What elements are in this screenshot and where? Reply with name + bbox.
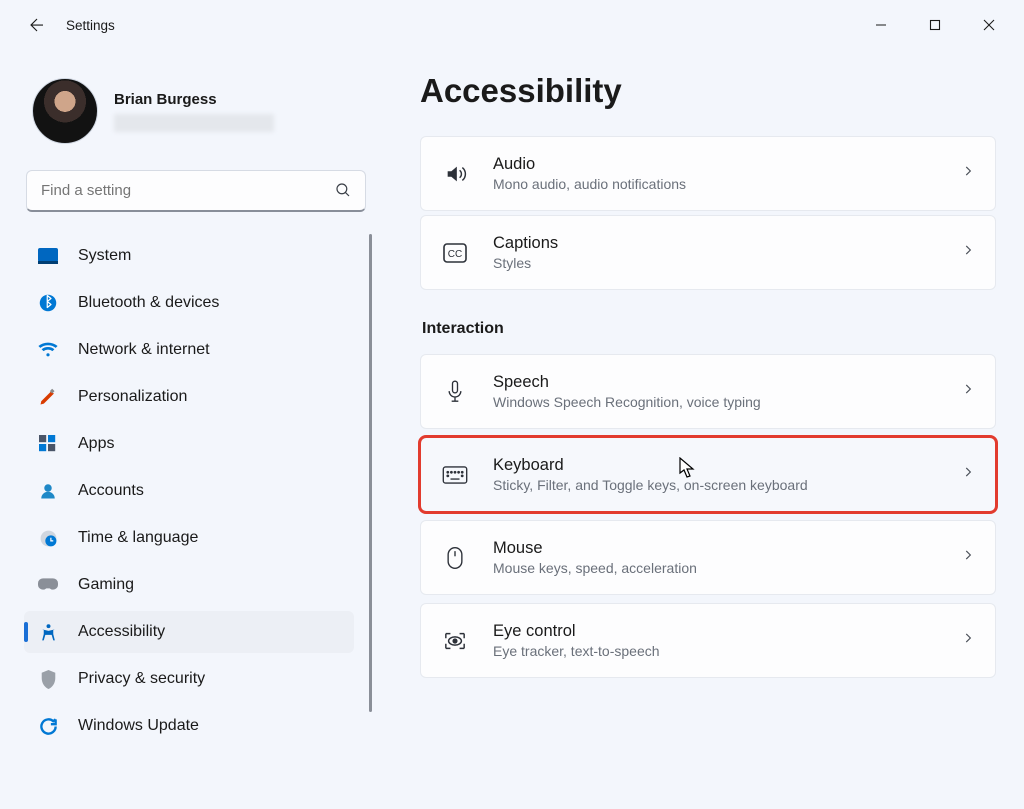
sidebar-item-label: Time & language: [78, 529, 198, 547]
card-title: Captions: [493, 234, 961, 253]
card-title: Speech: [493, 373, 961, 392]
card-subtitle: Mouse keys, speed, acceleration: [493, 560, 961, 576]
chevron-right-icon: [961, 164, 975, 183]
sidebar-item-label: Accessibility: [78, 623, 165, 641]
wifi-icon: [38, 340, 58, 360]
back-arrow-icon: [28, 16, 46, 34]
app-title: Settings: [66, 18, 115, 33]
chevron-right-icon: [961, 548, 975, 567]
clock-globe-icon: [38, 528, 58, 548]
sidebar-item-network[interactable]: Network & internet: [24, 329, 354, 371]
card-eye-control[interactable]: Eye control Eye tracker, text-to-speech: [420, 603, 996, 678]
card-subtitle: Sticky, Filter, and Toggle keys, on-scre…: [493, 477, 961, 493]
card-subtitle: Mono audio, audio notifications: [493, 176, 961, 192]
card-title: Eye control: [493, 622, 961, 641]
speaker-icon: [441, 163, 469, 185]
avatar: [32, 78, 98, 144]
sidebar-item-label: Bluetooth & devices: [78, 294, 219, 312]
sidebar-item-accessibility[interactable]: Accessibility: [24, 611, 354, 653]
chevron-right-icon: [961, 243, 975, 262]
sidebar-item-gaming[interactable]: Gaming: [24, 564, 354, 606]
update-icon: [38, 716, 58, 736]
gamepad-icon: [38, 575, 58, 595]
chevron-right-icon: [961, 631, 975, 650]
captions-icon: CC: [441, 243, 469, 263]
maximize-button[interactable]: [908, 5, 962, 45]
card-audio[interactable]: Audio Mono audio, audio notifications: [420, 136, 996, 211]
titlebar: Settings: [0, 0, 1024, 50]
user-email-blurred: [114, 114, 274, 132]
sidebar-item-label: Personalization: [78, 388, 187, 406]
sidebar-item-label: Network & internet: [78, 341, 210, 359]
card-keyboard[interactable]: Keyboard Sticky, Filter, and Toggle keys…: [420, 437, 996, 512]
nav-list: System Bluetooth & devices Network & int…: [22, 230, 372, 809]
minimize-icon: [875, 19, 887, 31]
chevron-right-icon: [961, 465, 975, 484]
scrollbar-thumb[interactable]: [369, 234, 373, 712]
sidebar-item-label: Apps: [78, 435, 114, 453]
sidebar-item-time[interactable]: Time & language: [24, 517, 354, 559]
sidebar-item-system[interactable]: System: [24, 235, 354, 277]
search-input[interactable]: [26, 170, 366, 212]
sidebar-item-apps[interactable]: Apps: [24, 423, 354, 465]
chevron-right-icon: [961, 382, 975, 401]
sidebar-item-personalization[interactable]: Personalization: [24, 376, 354, 418]
close-button[interactable]: [962, 5, 1016, 45]
accessibility-icon: [38, 622, 58, 642]
sidebar-item-label: Privacy & security: [78, 670, 205, 688]
keyboard-icon: [441, 466, 469, 484]
card-speech[interactable]: Speech Windows Speech Recognition, voice…: [420, 354, 996, 429]
mouse-icon: [441, 546, 469, 570]
section-label-interaction: Interaction: [422, 320, 996, 338]
bluetooth-icon: [38, 293, 58, 313]
main-content: Accessibility Audio Mono audio, audio no…: [380, 50, 1024, 809]
sidebar-item-privacy[interactable]: Privacy & security: [24, 658, 354, 700]
minimize-button[interactable]: [854, 5, 908, 45]
sidebar-item-label: Windows Update: [78, 717, 199, 735]
card-subtitle: Windows Speech Recognition, voice typing: [493, 394, 961, 410]
close-icon: [983, 19, 995, 31]
page-title: Accessibility: [420, 72, 996, 110]
microphone-icon: [441, 380, 469, 404]
sidebar-item-label: Gaming: [78, 576, 134, 594]
sidebar: Brian Burgess System Bluetooth & devices: [0, 50, 380, 809]
svg-text:CC: CC: [448, 249, 462, 260]
sidebar-item-bluetooth[interactable]: Bluetooth & devices: [24, 282, 354, 324]
eye-icon: [441, 630, 469, 652]
system-icon: [38, 246, 58, 266]
paintbrush-icon: [38, 387, 58, 407]
user-row[interactable]: Brian Burgess: [22, 60, 372, 166]
shield-icon: [38, 669, 58, 689]
card-captions[interactable]: CC Captions Styles: [420, 215, 996, 290]
card-mouse[interactable]: Mouse Mouse keys, speed, acceleration: [420, 520, 996, 595]
card-subtitle: Styles: [493, 255, 961, 271]
sidebar-item-label: Accounts: [78, 482, 144, 500]
card-title: Keyboard: [493, 456, 961, 475]
card-title: Audio: [493, 155, 961, 174]
user-name: Brian Burgess: [114, 91, 274, 108]
sidebar-item-accounts[interactable]: Accounts: [24, 470, 354, 512]
card-subtitle: Eye tracker, text-to-speech: [493, 643, 961, 659]
sidebar-item-label: System: [78, 247, 131, 265]
apps-icon: [38, 434, 58, 454]
back-button[interactable]: [26, 14, 48, 36]
card-title: Mouse: [493, 539, 961, 558]
maximize-icon: [929, 19, 941, 31]
search-icon: [334, 181, 352, 204]
sidebar-item-update[interactable]: Windows Update: [24, 705, 354, 747]
person-icon: [38, 481, 58, 501]
